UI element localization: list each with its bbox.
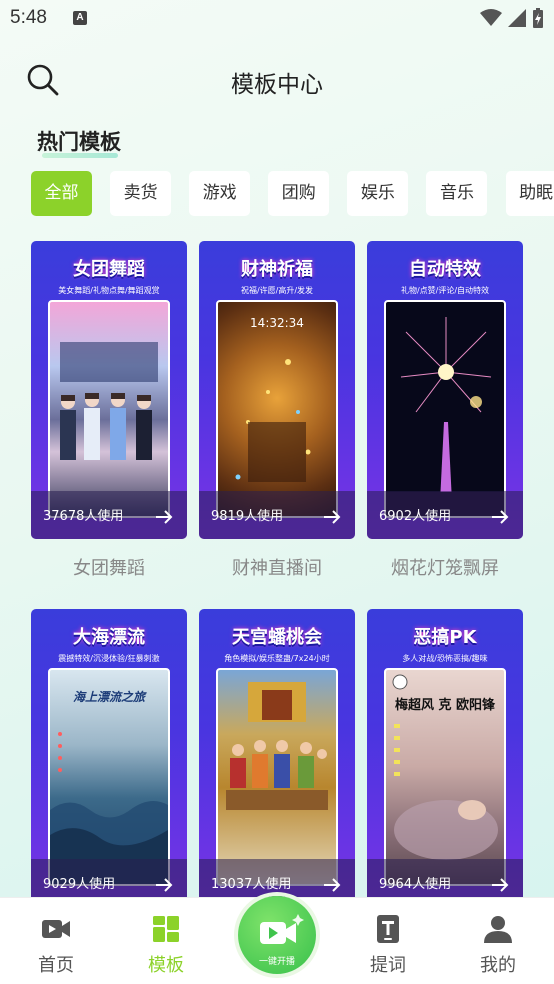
card-subtitle: 美女舞蹈/礼物点舞/舞蹈观赏 [58, 286, 160, 295]
arrow-right-icon [156, 510, 173, 524]
fireworks-image [386, 317, 504, 516]
template-card-auto-effects[interactable]: 自动特效 礼物/点赞/评论/自动特效 6902人使用 [367, 241, 523, 539]
template-card-prank-pk[interactable]: 恶搞PK 多人对战/恐怖恶搞/趣味 梅超风 克 欧阳锋 9964人使用 [367, 609, 523, 907]
nav-mine[interactable]: 我的 [458, 898, 538, 984]
card-preview [48, 300, 170, 518]
wifi-icon [480, 9, 502, 26]
template-card-sea-drift[interactable]: 大海漂流 震撼特效/沉浸体验/狂暴刺激 海上漂流之旅 9029人使用 [31, 609, 187, 907]
nav-home-label: 首页 [38, 955, 74, 976]
arrow-right-icon [492, 510, 509, 524]
teleprompter-icon [377, 915, 399, 943]
category-chip-games[interactable]: 游戏 [189, 171, 251, 216]
video-camera-icon [42, 920, 70, 938]
nav-home[interactable]: 首页 [16, 898, 96, 984]
card-heading: 天宫蟠桃会 [232, 627, 322, 648]
dancers-image [60, 342, 158, 460]
nav-template[interactable]: 模板 [126, 898, 206, 984]
template-card-fortune[interactable]: 财神祈福 祝福/许愿/高升/发发 14:32:34 9819人使用 [199, 241, 355, 539]
banquet-image [226, 682, 328, 810]
card-subtitle: 角色模拟/娱乐整蛊/7x24小时 [224, 654, 330, 663]
status-bar: 5:48 A [0, 0, 554, 36]
template-grid-icon [153, 916, 179, 942]
user-profile-icon [484, 916, 512, 943]
nav-prompt[interactable]: 提词 [348, 898, 428, 984]
category-chip-music[interactable]: 音乐 [426, 171, 488, 216]
template-card-girl-dance[interactable]: 女团舞蹈 美女舞蹈/礼物点舞/舞蹈观赏 37678人使用 [31, 241, 187, 539]
waves-image [50, 732, 168, 884]
page-title: 模板中心 [231, 72, 323, 98]
card-heading: 财神祈福 [241, 259, 313, 280]
section-title: 热门模板 [37, 130, 121, 154]
arrow-right-icon [492, 878, 509, 892]
usage-count: 13037人使用 [211, 877, 292, 892]
card-heading: 女团舞蹈 [73, 259, 145, 280]
category-chip-sleep[interactable]: 助眠 [505, 171, 554, 216]
template-card-peach-banquet[interactable]: 天宫蟠桃会 角色模拟/娱乐整蛊/7x24小时 13037人使用 [199, 609, 355, 907]
card-label: 女团舞蹈 [73, 558, 145, 579]
arrow-right-icon [156, 878, 173, 892]
sparkle-decoration [235, 359, 311, 482]
card-preview [216, 668, 338, 886]
notification-icon: A [73, 11, 87, 25]
card-subtitle: 多人对战/恐怖恶搞/趣味 [402, 654, 488, 663]
go-live-button[interactable]: 一键开播 [238, 896, 316, 974]
card-subtitle: 震撼特效/沉浸体验/狂暴刺激 [58, 654, 160, 663]
nav-template-label: 模板 [148, 955, 184, 976]
arrow-right-icon [324, 878, 341, 892]
usage-count: 6902人使用 [379, 509, 452, 524]
card-preview: 海上漂流之旅 [48, 668, 170, 886]
go-live-label: 一键开播 [258, 957, 295, 967]
category-chip-entertainment[interactable]: 娱乐 [347, 171, 409, 216]
category-tabs: 全部 卖货 游戏 团购 娱乐 音乐 助眠 [31, 171, 554, 216]
category-chip-all[interactable]: 全部 [31, 171, 92, 216]
bedroom-image [392, 674, 498, 860]
card-heading: 大海漂流 [73, 627, 145, 648]
nav-prompt-label: 提词 [370, 955, 406, 976]
card-heading: 恶搞PK [413, 627, 477, 648]
card-preview: 14:32:34 [216, 300, 338, 518]
status-time: 5:48 [10, 7, 47, 28]
card-label: 烟花灯笼飘屏 [391, 558, 499, 579]
usage-bar: 37678人使用 [31, 491, 187, 539]
usage-count: 37678人使用 [43, 509, 124, 524]
arrow-right-icon [324, 510, 341, 524]
card-subtitle: 祝福/许愿/高升/发发 [240, 286, 314, 295]
card-preview [384, 300, 506, 518]
usage-count: 9964人使用 [379, 877, 452, 892]
category-chip-group-buy[interactable]: 团购 [268, 171, 330, 216]
battery-icon [533, 8, 543, 28]
bottom-nav: 首页 模板 一键开播 提词 我的 [0, 896, 554, 984]
card-heading: 自动特效 [409, 259, 481, 280]
usage-bar: 6902人使用 [367, 491, 523, 539]
status-icons [480, 8, 544, 28]
signal-icon [508, 9, 526, 27]
card-preview: 梅超风 克 欧阳锋 [384, 668, 506, 886]
card-label: 财神直播间 [232, 558, 322, 579]
category-chip-sales[interactable]: 卖货 [110, 171, 172, 216]
usage-count: 9819人使用 [211, 509, 284, 524]
usage-bar: 9819人使用 [199, 491, 355, 539]
card-subtitle: 礼物/点赞/评论/自动特效 [400, 286, 490, 295]
nav-mine-label: 我的 [480, 955, 516, 976]
usage-count: 9029人使用 [43, 877, 116, 892]
